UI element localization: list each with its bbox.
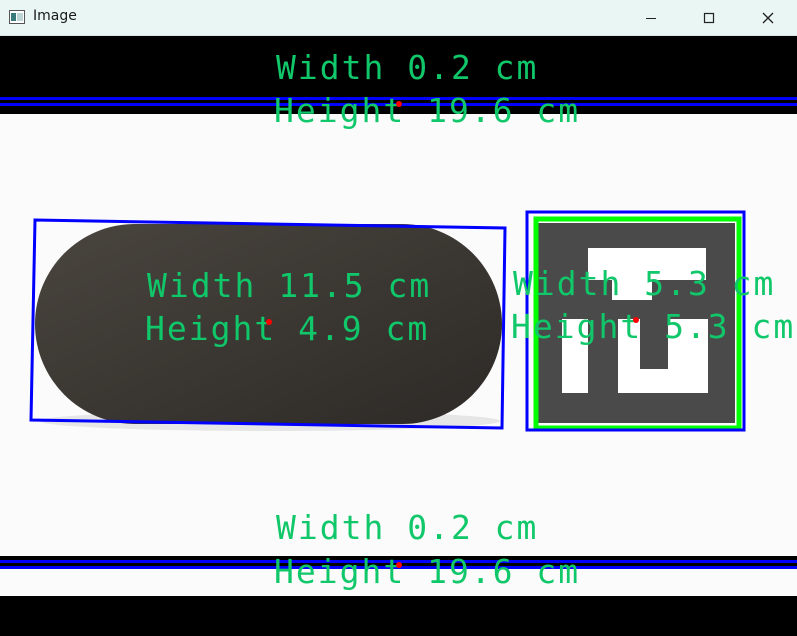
close-button[interactable]	[745, 0, 791, 36]
maximize-button[interactable]	[686, 0, 732, 36]
bottom-center-point	[396, 562, 402, 568]
left-center-point	[266, 319, 272, 325]
left-width-label: Width 11.5 cm	[147, 266, 432, 305]
minimize-icon	[646, 18, 656, 19]
top-height-label: Height 19.6 cm	[274, 91, 581, 130]
right-width-label: Width 5.3 cm	[513, 264, 776, 303]
bottom-width-label: Width 0.2 cm	[276, 508, 539, 547]
title-bar: Image	[0, 0, 797, 36]
top-center-point	[396, 101, 402, 107]
image-canvas: Width 0.2 cm Height 19.6 cm Width 11.5 c…	[0, 36, 797, 636]
close-icon	[762, 12, 774, 24]
right-center-point	[633, 317, 639, 323]
minimize-button[interactable]	[628, 0, 674, 36]
app-icon	[9, 9, 25, 24]
window-title: Image	[33, 8, 77, 24]
top-width-label: Width 0.2 cm	[276, 48, 539, 87]
right-height-label: Height 5.3 cm	[511, 307, 796, 346]
left-height-label: Height 4.9 cm	[145, 309, 430, 348]
maximize-icon	[703, 12, 715, 24]
bottom-height-label: Height 19.6 cm	[274, 552, 581, 591]
